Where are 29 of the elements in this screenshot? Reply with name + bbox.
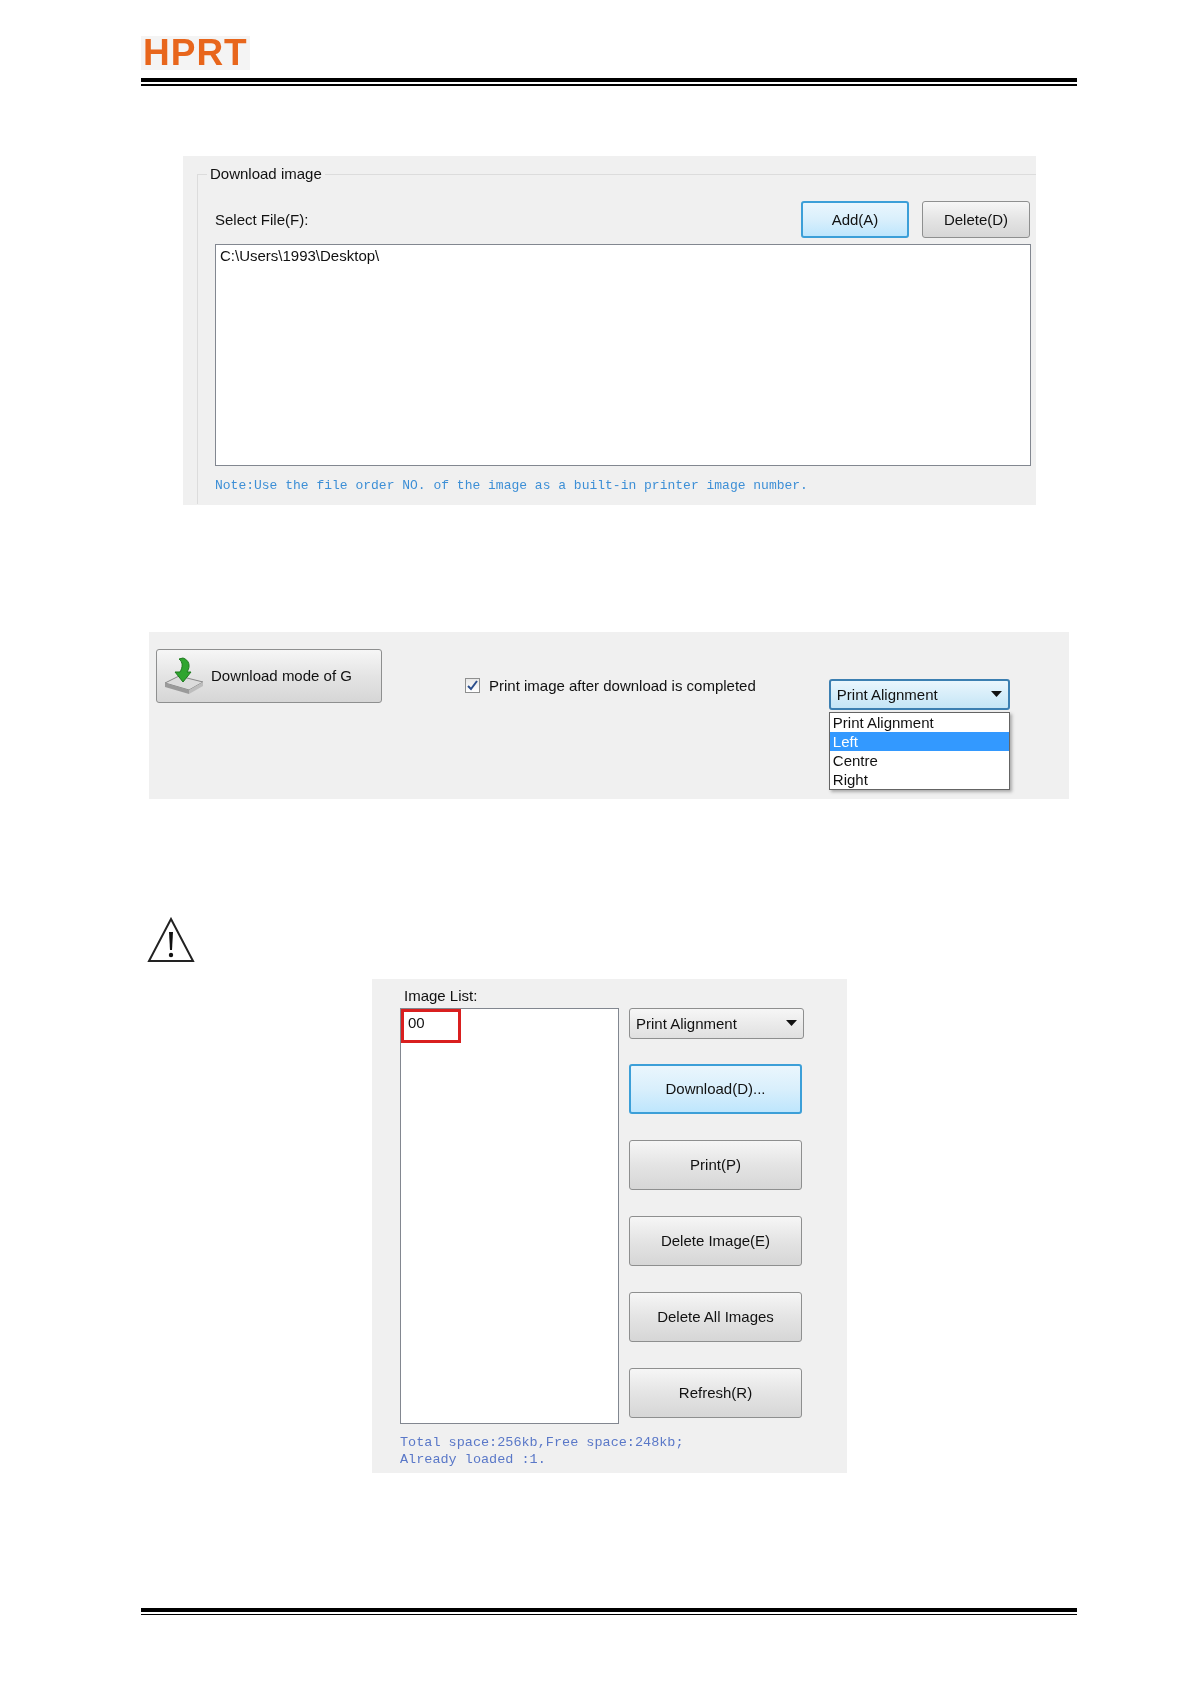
button[interactable]: Delete(D) [922,201,1030,238]
button[interactable]: Print(P) [629,1139,802,1190]
button[interactable]: Refresh(R) [629,1367,802,1418]
dropdown-option[interactable]: Centre [829,750,1009,770]
file-path[interactable]: C:\Users\1993\Desktop\ [220,246,1026,264]
drive-download-icon [163,655,205,696]
checkbox[interactable] [465,677,480,693]
caret-icon [786,1020,797,1026]
file-list[interactable]: C:\Users\1993\Desktop\ [215,243,1031,466]
dropdown[interactable]: Print Alignment [629,1007,804,1039]
status-text: Total space:256kb,Free space:248kb; [400,1433,685,1451]
caret-icon [990,691,1002,697]
button[interactable]: Download(D)... [629,1063,802,1114]
warning-icon [147,916,195,963]
note-text: Note:Use the file order NO. of the image as a built-in printer image number. [215,477,809,493]
button[interactable]: Delete Image(E) [629,1215,802,1266]
button[interactable]: Add(A) [801,201,909,238]
field-label: Select File(F): [215,211,309,228]
image-list[interactable]: 00 [400,1007,619,1424]
download-mode-button[interactable]: Download mode of G [156,648,382,703]
list-label: Image List: [404,986,479,1004]
button[interactable]: Delete All Images [629,1291,802,1342]
status-text: Already loaded :1. [400,1450,547,1468]
dropdown-option[interactable]: Print Alignment [829,712,1009,732]
list-item[interactable]: 00 [401,1008,461,1043]
dropdown[interactable]: Print Alignment [828,678,1010,710]
checkbox-label: Print image after download is completed [489,676,756,694]
logo: HPRT [141,36,250,70]
dropdown-option[interactable]: Right [829,769,1009,789]
